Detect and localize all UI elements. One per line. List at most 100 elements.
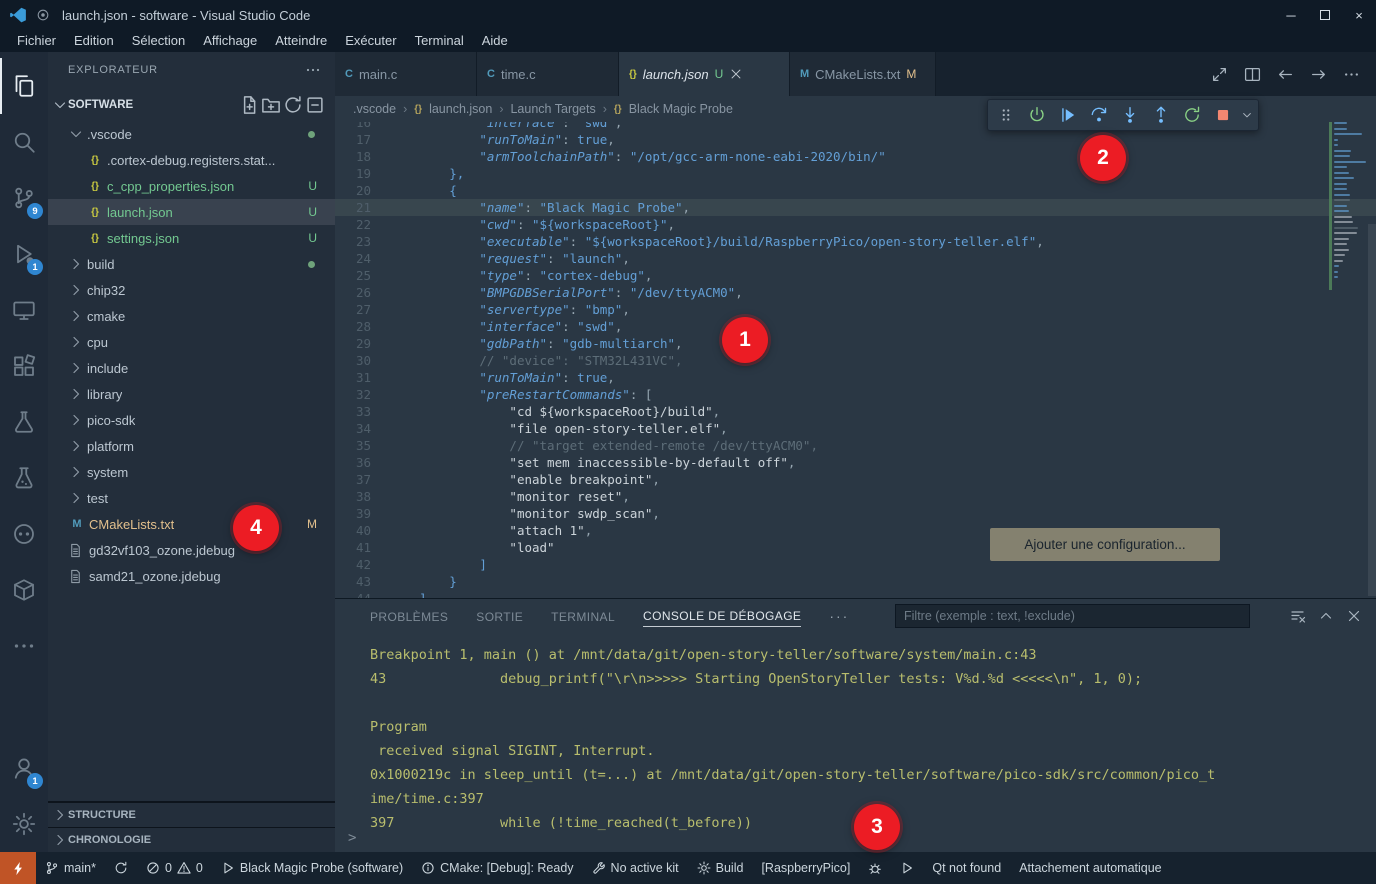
activity-testing[interactable] [0,394,48,450]
tree-item-pico-sdk[interactable]: pico-sdk [48,407,335,433]
chevron-up-icon[interactable] [1318,608,1334,624]
explorer-section-software[interactable]: SOFTWARE [48,93,335,117]
activity-tools-view[interactable] [0,450,48,506]
status-cmake-status[interactable]: CMake: [Debug]: Ready [412,852,582,884]
activity-containers[interactable] [0,562,48,618]
activity-accounts[interactable]: 1 [0,740,48,796]
panel-tab-probl-mes[interactable]: PROBLÈMES [370,606,448,627]
step-over-button[interactable] [1085,101,1113,129]
tree-item-system[interactable]: system [48,459,335,485]
menu-item-sélection[interactable]: Sélection [123,30,194,52]
refresh-icon[interactable] [283,95,303,115]
status-launch-config[interactable]: Black Magic Probe (software) [212,852,412,884]
menu-item-terminal[interactable]: Terminal [406,30,473,52]
activity-remote-explorer[interactable] [0,282,48,338]
arrow-left-icon[interactable] [1277,66,1294,83]
activity-run-and-debug[interactable]: 1 [0,226,48,282]
tree-item--cortex-debug-registers-stat-[interactable]: {}.cortex-debug.registers.stat... [48,147,335,173]
panel-tab-console-de-d-bogage[interactable]: CONSOLE DE DÉBOGAGE [643,605,801,627]
tree-item-include[interactable]: include [48,355,335,381]
editor-region: Cmain.cCtime.c{}launch.jsonUMCMakeLists.… [335,52,1376,852]
activity-search[interactable] [0,114,48,170]
tree-item-cmake[interactable]: cmake [48,303,335,329]
status-cmake-build[interactable]: Build [688,852,753,884]
open-changes-icon[interactable] [1211,66,1228,83]
tree-item-platform[interactable]: platform [48,433,335,459]
tab-main-c[interactable]: Cmain.c [335,52,477,96]
tab-launch-json[interactable]: {}launch.jsonU [619,52,790,96]
breadcrumb-item[interactable]: Launch Targets [510,102,595,116]
status-cmake-target[interactable]: [RaspberryPico] [752,852,859,884]
tree-item-c-cpp-properties-json[interactable]: {}c_cpp_properties.jsonU [48,173,335,199]
menu-item-atteindre[interactable]: Atteindre [266,30,336,52]
tree-item-cpu[interactable]: cpu [48,329,335,355]
clear-console-icon[interactable] [1290,608,1306,624]
more-icon[interactable] [1343,66,1360,83]
tree-item-launch-json[interactable]: {}launch.jsonU [48,199,335,225]
tree-item-gd32vf103-ozone-jdebug[interactable]: gd32vf103_ozone.jdebug [48,537,335,563]
breadcrumb-item[interactable]: launch.json [429,102,492,116]
split-icon[interactable] [1244,66,1261,83]
more-actions-icon[interactable] [305,62,321,78]
status-cmake-kit[interactable]: No active kit [583,852,688,884]
status-qt-status[interactable]: Qt not found [923,852,1010,884]
tree-item-samd21-ozone-jdebug[interactable]: samd21_ozone.jdebug [48,563,335,589]
debug-filter-input[interactable] [895,604,1250,628]
tree-item-build[interactable]: build [48,251,335,277]
pause-continue-button[interactable] [1054,101,1082,129]
tree-item-library[interactable]: library [48,381,335,407]
step-out-button[interactable] [1147,101,1175,129]
add-configuration-button[interactable]: Ajouter une configuration... [990,528,1220,561]
status-git-branch-status[interactable]: main* [36,852,105,884]
status-remote-indicator[interactable] [0,852,36,884]
restart-button[interactable] [1178,101,1206,129]
debug-console-prompt[interactable]: > [348,830,356,846]
stop-button[interactable] [1209,101,1237,129]
panel-tab-sortie[interactable]: SORTIE [476,606,523,627]
step-into-button[interactable] [1116,101,1144,129]
tree-item-cmakelists-txt[interactable]: MCMakeLists.txtM [48,511,335,537]
menu-item-affichage[interactable]: Affichage [194,30,266,52]
breadcrumb-item[interactable]: Black Magic Probe [629,102,733,116]
status-debug-target[interactable] [859,852,891,884]
minimap[interactable] [1334,122,1366,282]
code-editor[interactable]: 16 "interface": "swd",17 "runToMain": tr… [335,122,1376,598]
tab-cmakelists-txt[interactable]: MCMakeLists.txtM [790,52,936,96]
sidebar-section-chronologie[interactable]: CHRONOLOGIE [48,827,335,852]
status-sync-status[interactable] [105,852,137,884]
activity-source-control[interactable]: 9 [0,170,48,226]
menu-item-aide[interactable]: Aide [473,30,517,52]
panel-more-icon[interactable]: ··· [829,608,849,624]
continue-button[interactable] [1023,101,1051,129]
menu-item-edition[interactable]: Edition [65,30,123,52]
menu-item-fichier[interactable]: Fichier [8,30,65,52]
breadcrumb-item[interactable]: .vscode [353,102,396,116]
tree-item-chip32[interactable]: chip32 [48,277,335,303]
tree-item-settings-json[interactable]: {}settings.jsonU [48,225,335,251]
maximize-button[interactable] [1308,0,1342,30]
menu-item-exécuter[interactable]: Exécuter [336,30,405,52]
activity-extensions[interactable] [0,338,48,394]
new-file-icon[interactable] [239,95,259,115]
more-debug-actions-button[interactable] [1240,101,1254,129]
tab-time-c[interactable]: Ctime.c [477,52,619,96]
panel-tab-terminal[interactable]: TERMINAL [551,606,615,627]
close-button[interactable]: × [1342,0,1376,30]
status-problems-status[interactable]: 00 [137,852,212,884]
activity-explorer[interactable] [0,58,48,114]
editor-scrollbar[interactable] [1368,224,1376,596]
activity-manage[interactable] [0,796,48,852]
tree-item--vscode[interactable]: .vscode [48,121,335,147]
tree-item-test[interactable]: test [48,485,335,511]
new-folder-icon[interactable] [261,95,281,115]
arrow-right-icon[interactable] [1310,66,1327,83]
collapse-all-icon[interactable] [305,95,325,115]
minimize-button[interactable]: ─ [1274,0,1308,30]
close-icon[interactable] [729,67,743,81]
sidebar-section-structure[interactable]: STRUCTURE [48,802,335,827]
activity-more-views[interactable] [0,618,48,674]
activity-platformio[interactable] [0,506,48,562]
close-icon[interactable] [1346,608,1362,624]
status-run-target[interactable] [891,852,923,884]
status-auto-attach[interactable]: Attachement automatique [1010,852,1170,884]
